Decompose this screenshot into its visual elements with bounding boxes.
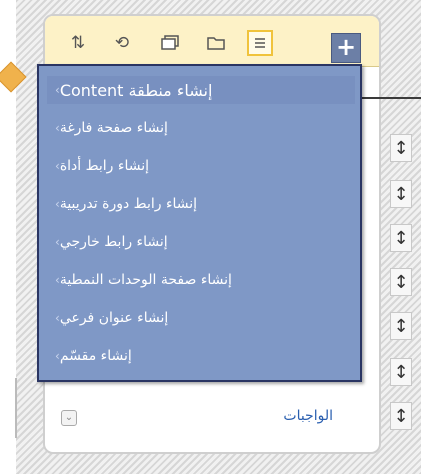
drag-handle[interactable]: ↕ xyxy=(390,312,412,340)
drag-handle[interactable]: ↕ xyxy=(390,402,412,430)
drag-handle[interactable]: ↕ xyxy=(390,180,412,208)
drag-handle-icon: ↕ xyxy=(393,227,409,249)
chevron-left-icon: › xyxy=(55,159,60,173)
list-item-assignments[interactable]: الواجبات xyxy=(283,408,333,424)
menu-item-create-external-link[interactable]: إنشاء رابط خارجي › xyxy=(47,228,355,256)
menu-item-label: إنشاء عنوان فرعي xyxy=(59,310,169,326)
drag-handle-icon: ↕ xyxy=(393,271,409,293)
add-menu-item-button[interactable]: + xyxy=(331,33,361,63)
divider xyxy=(15,378,17,438)
menu-item-label: إنشاء رابط خارجي xyxy=(59,234,168,250)
chevron-left-icon: › xyxy=(55,273,60,287)
folder-icon[interactable] xyxy=(203,30,229,56)
menu-item-label: إنشاء رابط أداة xyxy=(59,158,150,174)
menu-item-label: إنشاء منطقة Content xyxy=(59,80,213,100)
menu-item-create-subheader[interactable]: إنشاء عنوان فرعي › xyxy=(47,304,355,332)
chevron-left-icon: › xyxy=(55,235,60,249)
drag-handle-icon: ↕ xyxy=(393,183,409,205)
menu-item-create-module-page[interactable]: إنشاء صفحة الوحدات النمطية › xyxy=(47,266,355,294)
chevron-left-icon: › xyxy=(55,83,60,97)
windows-icon[interactable] xyxy=(157,30,183,56)
menu-item-label: إنشاء رابط دورة تدريبية xyxy=(59,196,198,212)
drag-handle[interactable]: ↕ xyxy=(390,224,412,252)
menu-item-label: إنشاء مقسّم xyxy=(59,348,132,364)
menu-item-create-blank-page[interactable]: إنشاء صفحة فارغة › xyxy=(47,114,355,142)
drag-handle-icon: ↕ xyxy=(393,137,409,159)
menu-item-create-content-area[interactable]: إنشاء منطقة Content › xyxy=(47,76,355,104)
drag-handle[interactable]: ↕ xyxy=(390,134,412,162)
menu-item-label: إنشاء صفحة الوحدات النمطية xyxy=(59,272,232,288)
course-menu-toolbar: ⇅ ⟲ + xyxy=(45,16,379,67)
chevron-left-icon: › xyxy=(55,311,60,325)
refresh-icon[interactable]: ⟲ xyxy=(109,30,135,56)
drag-handle-icon: ↕ xyxy=(393,361,409,383)
menu-item-create-course-link[interactable]: إنشاء رابط دورة تدريبية › xyxy=(47,190,355,218)
chevron-left-icon: › xyxy=(55,349,60,363)
sort-icon[interactable]: ⇅ xyxy=(65,30,91,56)
drag-handle[interactable]: ↕ xyxy=(390,358,412,386)
create-menu-dropdown: إنشاء منطقة Content › إنشاء صفحة فارغة ›… xyxy=(37,64,362,382)
list-icon[interactable] xyxy=(247,30,273,56)
chevron-down-icon[interactable]: ⌄ xyxy=(61,410,77,426)
chevron-left-icon: › xyxy=(55,197,60,211)
drag-handle-icon: ↕ xyxy=(393,405,409,427)
chevron-left-icon: › xyxy=(55,121,60,135)
drag-handle-icon: ↕ xyxy=(393,315,409,337)
menu-item-label: إنشاء صفحة فارغة xyxy=(59,120,168,136)
menu-item-create-divider[interactable]: إنشاء مقسّم › xyxy=(47,342,355,370)
menu-item-create-tool-link[interactable]: إنشاء رابط أداة › xyxy=(47,152,355,180)
divider xyxy=(358,97,421,99)
drag-handle[interactable]: ↕ xyxy=(390,268,412,296)
